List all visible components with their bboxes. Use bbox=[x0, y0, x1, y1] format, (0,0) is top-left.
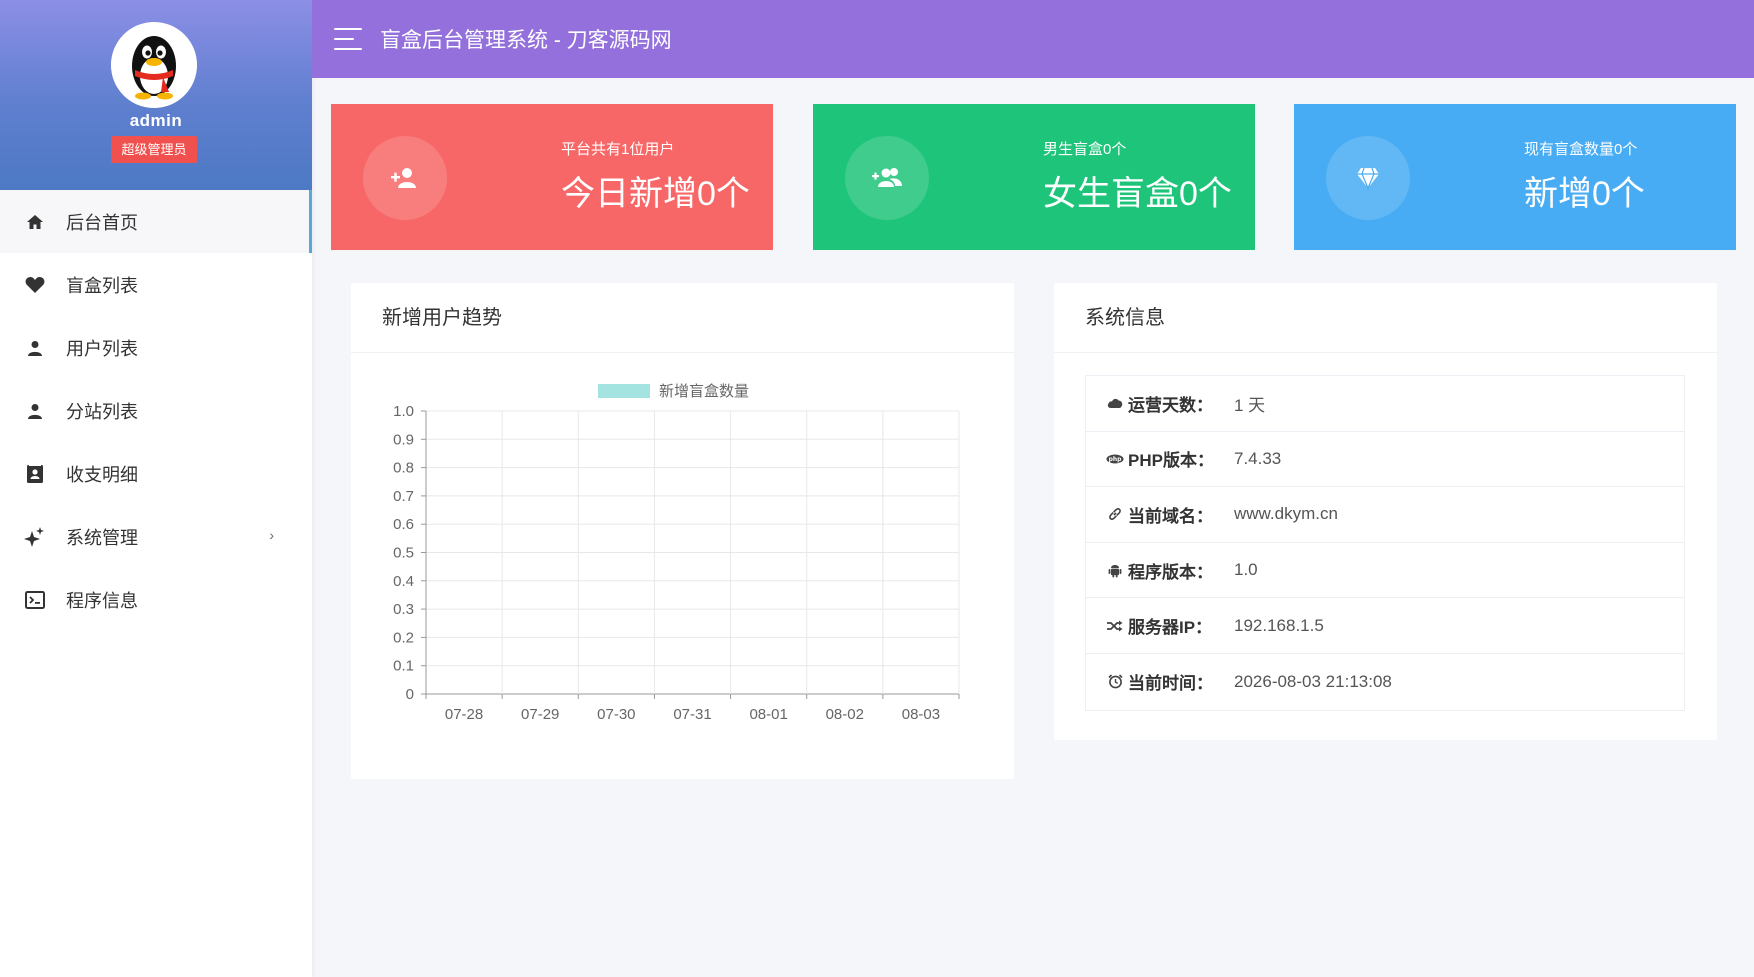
sidebar-item-system-management[interactable]: 系统管理 › bbox=[0, 505, 312, 568]
app-title: 盲盒后台管理系统 - 刀客源码网 bbox=[380, 29, 672, 52]
users-plus-icon bbox=[845, 136, 929, 220]
info-label: 运营天数： bbox=[1128, 395, 1213, 415]
user-plus-icon bbox=[363, 136, 447, 220]
svg-text:php: php bbox=[1109, 456, 1123, 463]
stat-card-box-count: 现有盲盒数量0个 新增0个 bbox=[1294, 104, 1736, 250]
sidebar-item-label: 盲盒列表 bbox=[66, 275, 138, 296]
x-tick-label: 08-02 bbox=[826, 706, 864, 723]
info-row-uptime: 运营天数： 1 天 bbox=[1086, 376, 1684, 432]
stat-card-users: 平台共有1位用户 今日新增0个 bbox=[331, 104, 773, 250]
info-row-program-version: 程序版本： 1.0 bbox=[1086, 543, 1684, 599]
stat-value: 今日新增0个 bbox=[561, 175, 750, 213]
info-label: 服务器IP： bbox=[1128, 618, 1213, 638]
penguin-avatar-icon bbox=[111, 22, 197, 108]
y-tick-label: 0.2 bbox=[393, 629, 414, 646]
trend-chart: 0 0.1 0.2 0.3 0.4 0.5 0.6 0.7 0.8 0.9 1.0 07-28 07-2… bbox=[393, 383, 960, 723]
top-header: 盲盒后台管理系统 - 刀客源码网 bbox=[312, 0, 1754, 78]
stat-value: 新增0个 bbox=[1524, 175, 1645, 213]
y-tick-label: 0.6 bbox=[393, 516, 414, 533]
stat-value: 女生盲盒0个 bbox=[1043, 175, 1232, 213]
x-tick-label: 07-28 bbox=[445, 706, 483, 723]
chevron-right-icon: › bbox=[269, 527, 274, 543]
clock-icon bbox=[1106, 673, 1124, 691]
avatar[interactable] bbox=[111, 22, 197, 108]
sidebar-item-label: 分站列表 bbox=[66, 401, 138, 422]
stat-caption: 平台共有1位用户 bbox=[561, 141, 675, 158]
user-icon bbox=[24, 337, 46, 359]
info-value: 1.0 bbox=[1234, 560, 1258, 580]
sidebar-item-program-info[interactable]: 程序信息 bbox=[0, 568, 312, 631]
legend-label: 新增盲盒数量 bbox=[659, 383, 749, 400]
role-badge: 超级管理员 bbox=[111, 136, 197, 163]
php-icon: php bbox=[1106, 450, 1124, 468]
shuffle-icon bbox=[1106, 617, 1124, 635]
sidebar: admin 超级管理员 后台首页 盲盒列表 用户列表 分站列表 收支明细 系统管… bbox=[0, 0, 312, 977]
info-value: 192.168.1.5 bbox=[1234, 615, 1324, 635]
heart-icon bbox=[24, 274, 46, 296]
sidebar-item-label: 用户列表 bbox=[66, 338, 138, 359]
panel-title: 系统信息 bbox=[1054, 283, 1717, 353]
sidebar-item-label: 程序信息 bbox=[66, 590, 138, 611]
sidebar-item-blindbox-list[interactable]: 盲盒列表 bbox=[0, 253, 312, 316]
info-label: 当前域名： bbox=[1128, 506, 1213, 526]
info-label: 程序版本： bbox=[1128, 562, 1213, 582]
sparkle-icon bbox=[24, 526, 46, 548]
stat-caption: 现有盲盒数量0个 bbox=[1524, 141, 1638, 158]
y-tick-label: 1.0 bbox=[393, 403, 414, 420]
y-tick-label: 0.3 bbox=[393, 601, 414, 618]
cloud-icon bbox=[1106, 394, 1124, 412]
info-value: 1 天 bbox=[1234, 395, 1266, 415]
user-trend-panel: 新增用户趋势 0 0.1 0.2 0.3 0.4 0.5 0.6 0.7 0.8 0.9 1.0 07… bbox=[351, 283, 1014, 779]
user-icon bbox=[24, 400, 46, 422]
panel-title: 新增用户趋势 bbox=[351, 283, 1014, 353]
sidebar-menu: 后台首页 盲盒列表 用户列表 分站列表 收支明细 系统管理 › 程序信息 bbox=[0, 190, 312, 631]
sidebar-item-home[interactable]: 后台首页 bbox=[0, 190, 312, 253]
home-icon bbox=[24, 211, 46, 233]
x-tick-label: 07-30 bbox=[597, 706, 635, 723]
menu-toggle-icon[interactable] bbox=[334, 28, 362, 50]
x-tick-label: 07-31 bbox=[673, 706, 711, 723]
info-row-server-ip: 服务器IP： 192.168.1.5 bbox=[1086, 598, 1684, 654]
sidebar-item-substation-list[interactable]: 分站列表 bbox=[0, 379, 312, 442]
info-value: 2026-08-03 21:13:08 bbox=[1234, 671, 1392, 691]
y-tick-label: 0.7 bbox=[393, 488, 414, 505]
link-icon bbox=[1106, 505, 1124, 523]
y-tick-label: 0 bbox=[406, 686, 414, 703]
info-value: www.dkym.cn bbox=[1234, 504, 1338, 524]
android-icon bbox=[1106, 561, 1124, 579]
y-tick-label: 0.1 bbox=[393, 658, 414, 675]
system-info-table: 运营天数： 1 天 php PHP版本： 7.4.33 当前域名： www.dk… bbox=[1085, 375, 1685, 711]
y-tick-label: 0.4 bbox=[393, 573, 414, 590]
admin-name: admin bbox=[129, 111, 183, 130]
info-value: 7.4.33 bbox=[1234, 448, 1282, 468]
sidebar-item-user-list[interactable]: 用户列表 bbox=[0, 316, 312, 379]
info-label: 当前时间： bbox=[1128, 674, 1213, 694]
contact-book-icon bbox=[24, 463, 46, 485]
user-profile: admin 超级管理员 bbox=[0, 0, 312, 190]
sidebar-item-label: 系统管理 bbox=[66, 527, 138, 548]
x-tick-label: 07-29 bbox=[521, 706, 559, 723]
sidebar-item-label: 后台首页 bbox=[66, 212, 138, 233]
diamond-icon bbox=[1326, 136, 1410, 220]
terminal-icon bbox=[24, 589, 46, 611]
info-row-domain: 当前域名： www.dkym.cn bbox=[1086, 487, 1684, 543]
system-info-panel: 系统信息 运营天数： 1 天 php PHP版本： 7.4.33 当前域名： w… bbox=[1054, 283, 1717, 740]
y-tick-label: 0.5 bbox=[393, 545, 414, 562]
sidebar-item-label: 收支明细 bbox=[66, 464, 138, 485]
info-row-current-time: 当前时间： 2026-08-03 21:13:08 bbox=[1086, 654, 1684, 710]
stat-card-boxes-gender: 男生盲盒0个 女生盲盒0个 bbox=[813, 104, 1255, 250]
y-tick-label: 0.9 bbox=[393, 431, 414, 448]
y-tick-label: 0.8 bbox=[393, 460, 414, 477]
sidebar-item-income-expense[interactable]: 收支明细 bbox=[0, 442, 312, 505]
x-tick-label: 08-03 bbox=[902, 706, 940, 723]
legend-swatch bbox=[598, 384, 650, 398]
info-row-php-version: php PHP版本： 7.4.33 bbox=[1086, 432, 1684, 488]
x-tick-label: 08-01 bbox=[749, 706, 787, 723]
info-label: PHP版本： bbox=[1128, 451, 1214, 471]
stat-caption: 男生盲盒0个 bbox=[1043, 141, 1127, 158]
